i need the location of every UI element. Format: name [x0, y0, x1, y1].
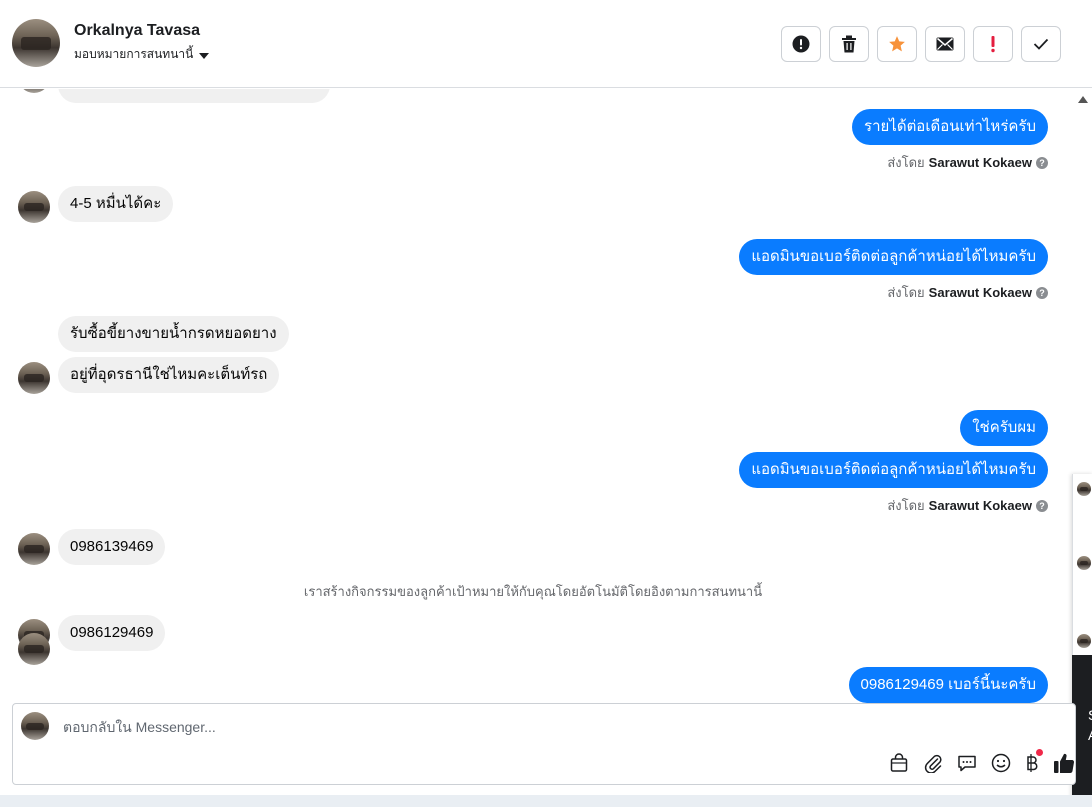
message-bubble-incoming: อยู่ที่อุดรธานีใช่ไหมคะเต็นท์รถ	[58, 357, 280, 393]
baht-icon	[1027, 754, 1038, 772]
sent-by-label: ส่งโดย Sarawut Kokaew ?	[887, 495, 1048, 516]
attach-file-button[interactable]	[923, 753, 943, 773]
assign-label: มอบหมายการสนทนานี้	[74, 47, 194, 61]
shopping-bag-icon	[890, 753, 908, 772]
composer-tools	[889, 749, 1075, 774]
assign-conversation-dropdown[interactable]: มอบหมายการสนทนานี้	[74, 45, 210, 64]
page-avatar	[21, 712, 49, 740]
page-bottom-bar	[0, 795, 1092, 807]
report-button[interactable]	[781, 26, 821, 62]
conversation-toolbar	[781, 26, 1061, 62]
mark-unread-button[interactable]	[925, 26, 965, 62]
help-icon[interactable]: ?	[1036, 156, 1048, 169]
saved-replies-button[interactable]	[889, 753, 909, 773]
help-icon[interactable]: ?	[1036, 286, 1048, 299]
mark-done-button[interactable]	[1021, 26, 1061, 62]
seen-indicator-avatar	[18, 633, 50, 665]
reply-input[interactable]	[61, 718, 665, 736]
notification-dot	[1036, 749, 1043, 756]
conversation-header: Orkalnya Tavasa มอบหมายการสนทนานี้	[0, 0, 1092, 88]
sent-by-agent: Sarawut Kokaew	[928, 155, 1032, 170]
side-panel-avatar	[1077, 556, 1091, 570]
exclamation-circle-icon	[792, 35, 810, 53]
chat-bubble-icon	[958, 755, 976, 772]
contact-avatar-small	[18, 533, 50, 565]
emoji-button[interactable]	[991, 753, 1011, 773]
side-panel-avatar	[1077, 482, 1091, 496]
trash-icon	[842, 35, 856, 53]
sent-by-agent: Sarawut Kokaew	[928, 498, 1032, 513]
message-bubble-outgoing: 0986129469 เบอร์นี้นะครับ	[848, 667, 1048, 703]
delete-button[interactable]	[829, 26, 869, 62]
exclamation-icon	[991, 36, 995, 53]
message-thread[interactable]: รายได้ต่อเดือนเท่าไหร่ครับ ส่งโดย Sarawu…	[0, 89, 1072, 703]
message-bubble-incoming: 0986129469	[58, 615, 166, 651]
contact-avatar-small	[18, 362, 50, 394]
chevron-down-icon	[199, 52, 210, 59]
message-bubble-outgoing: ใช่ครับผม	[960, 410, 1048, 446]
contact-avatar[interactable]	[12, 19, 60, 67]
scroll-up-arrow-icon[interactable]	[1078, 96, 1088, 103]
message-bubble-incoming: รับซื้อขี้ยางขายน้ำกรดหยอดยาง	[58, 316, 289, 352]
reply-composer	[12, 703, 1076, 785]
checkmark-icon	[1033, 38, 1049, 50]
message-bubble-incoming-cut	[58, 89, 330, 103]
sent-by-prefix: ส่งโดย	[887, 498, 925, 513]
message-bubble-outgoing: รายได้ต่อเดือนเท่าไหร่ครับ	[852, 109, 1048, 145]
help-icon[interactable]: ?	[1036, 499, 1048, 512]
message-bubble-incoming: 0986139469	[58, 529, 166, 565]
message-bubble-outgoing: แอดมินขอเบอร์ติดต่อลูกค้าหน่อยได้ไหมครับ	[739, 452, 1048, 488]
message-bubble-incoming: 4-5 หมื่นได้คะ	[58, 186, 174, 222]
sent-by-label: ส่งโดย Sarawut Kokaew ?	[887, 152, 1048, 173]
sent-by-prefix: ส่งโดย	[887, 285, 925, 300]
sent-by-prefix: ส่งโดย	[887, 155, 925, 170]
side-panel-avatar	[1077, 634, 1091, 648]
message-bubble-outgoing: แอดมินขอเบอร์ติดต่อลูกค้าหน่อยได้ไหมครับ	[739, 239, 1048, 275]
auto-activity-notice: เราสร้างกิจกรรมของลูกค้าเป้าหมายให้กับคุ…	[303, 584, 763, 599]
side-panel-text: S	[1088, 707, 1092, 723]
side-panel-text: A	[1088, 727, 1092, 743]
contact-avatar-small	[18, 89, 50, 93]
star-button[interactable]	[877, 26, 917, 62]
sent-by-label: ส่งโดย Sarawut Kokaew ?	[887, 282, 1048, 303]
sent-by-agent: Sarawut Kokaew	[928, 285, 1032, 300]
mark-spam-button[interactable]	[973, 26, 1013, 62]
paperclip-icon	[924, 754, 942, 773]
contact-avatar-small	[18, 191, 50, 223]
like-button[interactable]	[1053, 752, 1075, 774]
quick-reply-button[interactable]	[957, 753, 977, 773]
contact-name[interactable]: Orkalnya Tavasa	[74, 22, 200, 40]
payment-button[interactable]	[1025, 749, 1043, 773]
envelope-icon	[936, 37, 954, 51]
smiley-icon	[991, 753, 1011, 773]
thumbs-up-icon	[1054, 753, 1075, 774]
star-icon	[889, 36, 905, 52]
